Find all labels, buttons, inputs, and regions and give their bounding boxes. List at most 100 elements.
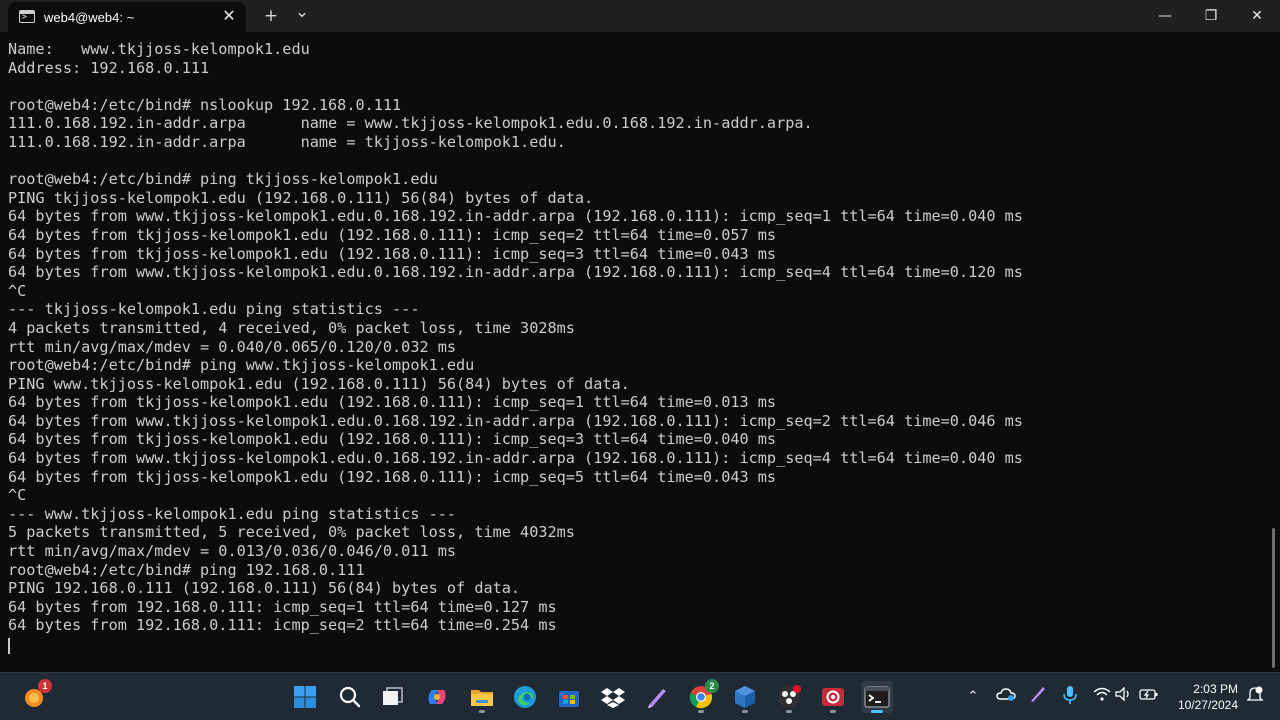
volume-icon <box>1115 686 1129 702</box>
copilot-icon <box>428 690 446 704</box>
obs-running-indicator <box>786 710 792 713</box>
terminal-running-indicator <box>871 710 883 713</box>
terminal-line: 64 bytes from www.tkjjoss-kelompok1.edu.… <box>8 263 1023 282</box>
terminal-area[interactable]: Name: www.tkjjoss-kelompok1.edu Address: … <box>0 32 1280 672</box>
microphone-icon <box>1063 686 1077 704</box>
chrome-running-indicator <box>698 710 704 713</box>
restore-button[interactable]: ❐ <box>1188 0 1234 32</box>
notifications-button[interactable] <box>1244 685 1266 709</box>
store-icon <box>559 691 579 707</box>
terminal-line: 111.0.168.192.in-addr.arpa name = tkjjos… <box>8 132 566 151</box>
widgets-badge: 1 <box>38 679 52 693</box>
search-icon <box>339 686 361 708</box>
tab-dropdown-button[interactable]: ⌄ <box>289 0 315 24</box>
obs-icon <box>778 685 801 708</box>
new-tab-button[interactable]: + <box>258 4 284 28</box>
title-bar: web4@web4: ~ ✕ + ⌄ — ❐ ✕ <box>0 0 1280 32</box>
clock-date: 10/27/2024 <box>1177 698 1238 712</box>
terminal-line: 64 bytes from tkjjoss-kelompok1.edu (192… <box>8 393 777 412</box>
terminal-line: ^C <box>8 281 27 300</box>
pen-icon <box>648 689 666 708</box>
copilot-button[interactable] <box>421 681 453 713</box>
terminal-line: 5 packets transmitted, 5 received, 0% pa… <box>8 523 575 542</box>
battery-button[interactable] <box>1138 685 1160 709</box>
start-button[interactable] <box>289 681 321 713</box>
tab-title: web4@web4: ~ <box>44 10 135 25</box>
recorder-running-indicator <box>830 710 836 713</box>
virtualbox-button[interactable] <box>729 681 761 713</box>
terminal-line: rtt min/avg/max/mdev = 0.013/0.036/0.046… <box>8 542 457 561</box>
task-view-button[interactable] <box>376 681 408 713</box>
microphone-button[interactable] <box>1059 685 1081 709</box>
terminal-line: Name: www.tkjjoss-kelompok1.edu <box>8 40 310 58</box>
terminal-tab-icon <box>19 10 35 23</box>
close-tab-icon[interactable]: ✕ <box>220 7 238 25</box>
terminal-line: root@web4:/etc/bind# ping 192.168.0.111 <box>8 560 365 579</box>
file-explorer-icon <box>471 690 493 706</box>
pen-menu-icon <box>1031 687 1045 702</box>
terminal-line: 64 bytes from tkjjoss-kelompok1.edu (192… <box>8 225 777 244</box>
start-icon <box>294 686 316 708</box>
clock-time: 2:03 PM <box>1193 682 1238 696</box>
terminal-line: 64 bytes from www.tkjjoss-kelompok1.edu.… <box>8 411 1023 430</box>
terminal-taskbar-button[interactable] <box>861 681 893 713</box>
terminal-line: PING tkjjoss-kelompok1.edu (192.168.0.11… <box>8 188 594 207</box>
terminal-line: 64 bytes from tkjjoss-kelompok1.edu (192… <box>8 430 777 449</box>
terminal-line: 64 bytes from www.tkjjoss-kelompok1.edu.… <box>8 449 1023 468</box>
terminal-line: 64 bytes from tkjjoss-kelompok1.edu (192… <box>8 244 777 263</box>
battery-icon <box>1139 689 1158 700</box>
volume-button[interactable] <box>1113 685 1135 709</box>
edge-button[interactable] <box>509 681 541 713</box>
file-explorer-running-indicator <box>479 710 485 713</box>
notification-bell-icon <box>1246 686 1264 701</box>
text-cursor <box>8 638 10 654</box>
terminal-icon <box>864 686 890 708</box>
search-button[interactable] <box>334 681 366 713</box>
terminal-output: Name: www.tkjjoss-kelompok1.edu Address: … <box>8 40 1258 635</box>
store-button[interactable] <box>553 681 585 713</box>
terminal-line: 64 bytes from 192.168.0.111: icmp_seq=2 … <box>8 616 557 635</box>
terminal-line: --- www.tkjjoss-kelompok1.edu ping stati… <box>8 504 457 523</box>
dropbox-button[interactable] <box>597 681 629 713</box>
terminal-line: 64 bytes from tkjjoss-kelompok1.edu (192… <box>8 467 777 486</box>
terminal-line: PING www.tkjjoss-kelompok1.edu (192.168.… <box>8 374 630 393</box>
virtualbox-icon <box>735 686 755 708</box>
terminal-line: rtt min/avg/max/mdev = 0.040/0.065/0.120… <box>8 337 457 356</box>
show-hidden-icons-button[interactable]: ⌃ <box>962 685 984 709</box>
wifi-icon <box>1093 687 1111 701</box>
terminal-line: 111.0.168.192.in-addr.arpa name = www.tk… <box>8 114 813 133</box>
recorder-button[interactable] <box>817 681 849 713</box>
widgets-button[interactable]: 1 <box>18 679 52 713</box>
taskbar: 1 2 ⌃ 2:03 PM 10/27/2024 <box>0 672 1280 720</box>
recorder-icon <box>822 688 844 706</box>
terminal-line: Address: 192.168.0.111 <box>8 58 210 77</box>
terminal-line: 4 packets transmitted, 4 received, 0% pa… <box>8 318 575 337</box>
dropbox-icon <box>601 688 625 708</box>
terminal-line: root@web4:/etc/bind# ping tkjjoss-kelomp… <box>8 170 438 189</box>
terminal-line: root@web4:/etc/bind# ping www.tkjjoss-ke… <box>8 356 475 375</box>
close-window-button[interactable]: ✕ <box>1234 0 1280 32</box>
obs-button[interactable] <box>773 681 805 713</box>
onedrive-icon <box>996 688 1016 701</box>
chrome-button[interactable]: 2 <box>685 679 719 713</box>
terminal-line: root@web4:/etc/bind# nslookup 192.168.0.… <box>8 95 402 114</box>
wifi-button[interactable] <box>1091 685 1113 709</box>
terminal-line: 64 bytes from 192.168.0.111: icmp_seq=1 … <box>8 597 557 616</box>
onedrive-button[interactable] <box>995 685 1017 709</box>
chrome-badge: 2 <box>705 679 719 693</box>
scrollbar-thumb[interactable] <box>1272 528 1275 668</box>
terminal-line: 64 bytes from www.tkjjoss-kelompok1.edu.… <box>8 207 1023 226</box>
minimize-button[interactable]: — <box>1142 0 1188 32</box>
pen-menu-button[interactable] <box>1027 685 1049 709</box>
terminal-line: ^C <box>8 486 27 505</box>
pen-button[interactable] <box>641 681 673 713</box>
terminal-tab[interactable]: web4@web4: ~ ✕ <box>8 2 246 32</box>
task-view-icon <box>382 687 403 706</box>
edge-icon <box>514 686 536 708</box>
file-explorer-button[interactable] <box>466 681 498 713</box>
virtualbox-running-indicator <box>742 710 748 713</box>
clock[interactable]: 2:03 PM 10/27/2024 <box>1170 681 1238 713</box>
terminal-line: PING 192.168.0.111 (192.168.0.111) 56(84… <box>8 579 521 598</box>
